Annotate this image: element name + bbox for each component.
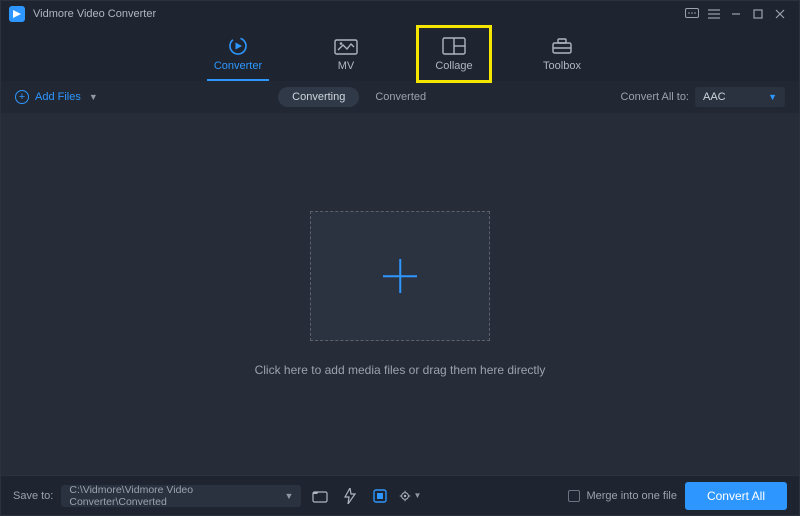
- tab-label: MV: [338, 60, 355, 72]
- add-media-dropzone[interactable]: [310, 211, 490, 341]
- chevron-down-icon: ▼: [768, 92, 777, 102]
- gpu-accel-button[interactable]: [369, 485, 391, 507]
- tab-toolbox[interactable]: Toolbox: [529, 30, 595, 78]
- collage-icon: [442, 36, 466, 56]
- convert-all-button[interactable]: Convert All: [685, 482, 787, 510]
- minimize-button[interactable]: [725, 3, 747, 25]
- tab-label: Toolbox: [543, 60, 581, 72]
- save-to-label: Save to:: [13, 490, 53, 502]
- merge-checkbox[interactable]: Merge into one file: [568, 490, 677, 502]
- convert-all-to: Convert All to: AAC ▼: [621, 87, 785, 107]
- output-format-value: AAC: [703, 91, 726, 103]
- convert-all-to-label: Convert All to:: [621, 91, 689, 103]
- app-logo-icon: [9, 6, 25, 22]
- feedback-icon[interactable]: [681, 3, 703, 25]
- segment-converting[interactable]: Converting: [278, 87, 359, 107]
- toolbox-icon: [550, 36, 574, 56]
- mv-icon: [334, 36, 358, 56]
- add-files-label: Add Files: [35, 91, 81, 103]
- merge-label: Merge into one file: [586, 490, 677, 502]
- high-speed-button[interactable]: [339, 485, 361, 507]
- menu-icon[interactable]: [703, 3, 725, 25]
- chevron-down-icon: ▼: [89, 92, 98, 102]
- tab-label: Converter: [214, 60, 262, 72]
- save-to-path-select[interactable]: C:\Vidmore\Vidmore Video Converter\Conve…: [61, 485, 301, 507]
- close-button[interactable]: [769, 3, 791, 25]
- segment-label: Converted: [375, 91, 426, 103]
- converter-icon: [226, 36, 250, 56]
- main-tabs: Converter MV Collage Toolbox: [1, 27, 799, 81]
- checkbox-icon: [568, 490, 580, 502]
- tab-label: Collage: [435, 60, 472, 72]
- dropzone-hint: Click here to add media files or drag th…: [255, 363, 546, 377]
- settings-button[interactable]: ▼: [399, 485, 421, 507]
- segment-label: Converting: [292, 91, 345, 103]
- titlebar: Vidmore Video Converter: [1, 1, 799, 27]
- chevron-down-icon: ▼: [413, 491, 421, 500]
- main-area: Click here to add media files or drag th…: [1, 113, 799, 475]
- output-format-select[interactable]: AAC ▼: [695, 87, 785, 107]
- tab-mv[interactable]: MV: [313, 30, 379, 78]
- button-label: Convert All: [707, 489, 765, 503]
- chevron-down-icon: ▼: [284, 491, 293, 501]
- segment-converted[interactable]: Converted: [361, 87, 440, 107]
- footer-bar: Save to: C:\Vidmore\Vidmore Video Conver…: [1, 475, 799, 515]
- open-folder-button[interactable]: [309, 485, 331, 507]
- plus-circle-icon: +: [15, 90, 29, 104]
- sub-toolbar: + Add Files ▼ Converting Converted Conve…: [1, 81, 799, 113]
- add-files-button[interactable]: + Add Files ▼: [15, 90, 98, 104]
- maximize-button[interactable]: [747, 3, 769, 25]
- app-window: Vidmore Video Converter Converter: [0, 0, 800, 516]
- app-title: Vidmore Video Converter: [33, 8, 156, 20]
- save-to-path-value: C:\Vidmore\Vidmore Video Converter\Conve…: [69, 484, 284, 508]
- tab-collage[interactable]: Collage: [421, 30, 487, 78]
- tab-converter[interactable]: Converter: [205, 30, 271, 78]
- plus-icon: [383, 259, 417, 293]
